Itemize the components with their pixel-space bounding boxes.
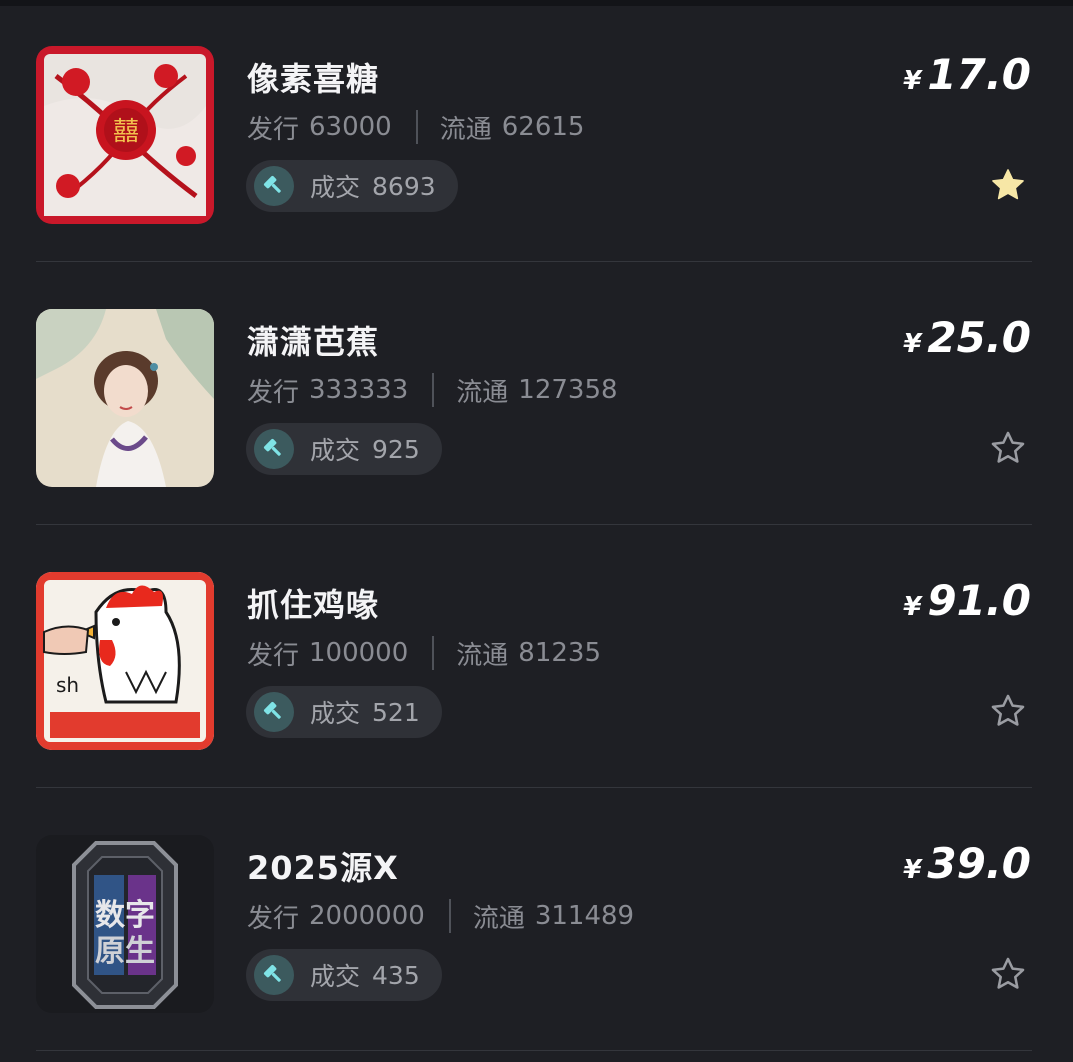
row-divider <box>36 787 1032 788</box>
gavel-icon <box>254 429 294 469</box>
row-divider <box>36 261 1032 262</box>
list-item[interactable]: 潇潇芭蕉 发行 333333 流通 127358 成交 925 ¥ 25.0 <box>0 263 1073 525</box>
deal-count: 435 <box>372 960 420 990</box>
stats-divider <box>432 636 435 670</box>
price-value: 17.0 <box>927 50 1031 99</box>
item-price: ¥ 17.0 <box>903 50 1031 99</box>
source-x-artwork: 数字 原生 <box>36 835 214 1013</box>
deal-badge: 成交 521 <box>246 686 442 738</box>
stats-divider <box>432 373 435 407</box>
svg-text:原生: 原生 <box>95 934 155 969</box>
item-thumbnail: 数字 原生 <box>36 835 214 1013</box>
list-item[interactable]: sh 抓住鸡喙 发行 100000 流通 81235 成交 521 ¥ 91.0 <box>0 526 1073 788</box>
item-name: 抓住鸡喙 <box>247 586 380 624</box>
issue-value: 100000 <box>309 638 409 668</box>
svg-text:数字: 数字 <box>95 898 155 933</box>
gavel-icon <box>254 166 294 206</box>
price-value: 39.0 <box>927 839 1031 888</box>
deal-badge: 成交 925 <box>246 423 442 475</box>
item-thumbnail: sh <box>36 572 214 750</box>
deal-label: 成交 <box>310 173 361 202</box>
item-thumbnail: 囍 <box>36 46 214 224</box>
gavel-icon <box>254 692 294 732</box>
stats-divider <box>415 110 418 144</box>
star-icon[interactable] <box>989 429 1027 467</box>
item-name: 像素喜糖 <box>247 60 380 98</box>
deal-label: 成交 <box>310 436 361 465</box>
rooster-artwork: sh <box>36 572 214 750</box>
star-icon[interactable] <box>989 955 1027 993</box>
item-stats: 发行 63000 流通 62615 <box>247 108 584 146</box>
item-stats: 发行 100000 流通 81235 <box>247 634 601 672</box>
item-thumbnail <box>36 309 214 487</box>
stats-divider <box>448 899 451 933</box>
currency-symbol: ¥ <box>903 329 922 359</box>
candy-artwork: 囍 <box>36 46 214 224</box>
deal-count: 521 <box>372 697 420 727</box>
list-item[interactable]: 囍 像素喜糖 发行 63000 流通 62615 成交 8693 ¥ 17.0 <box>0 0 1073 262</box>
item-stats: 发行 333333 流通 127358 <box>247 371 618 409</box>
item-price: ¥ 39.0 <box>903 839 1031 888</box>
gavel-icon <box>254 955 294 995</box>
currency-symbol: ¥ <box>903 855 922 885</box>
issue-value: 2000000 <box>309 901 425 931</box>
item-name: 2025源X <box>247 849 399 887</box>
circulation-value: 81235 <box>518 638 602 668</box>
deal-count: 8693 <box>372 171 436 201</box>
price-value: 91.0 <box>927 576 1031 625</box>
deal-badge: 成交 8693 <box>246 160 458 212</box>
lady-artwork <box>36 309 214 487</box>
deal-badge: 成交 435 <box>246 949 442 1001</box>
currency-symbol: ¥ <box>903 592 922 622</box>
issue-label: 发行 <box>247 377 300 408</box>
row-divider <box>36 524 1032 525</box>
issue-value: 63000 <box>309 112 392 142</box>
issue-label: 发行 <box>247 903 300 934</box>
item-price: ¥ 25.0 <box>903 313 1031 362</box>
item-stats: 发行 2000000 流通 311489 <box>247 897 634 935</box>
circulation-value: 62615 <box>501 112 585 142</box>
row-divider <box>36 1050 1032 1051</box>
deal-count: 925 <box>372 434 420 464</box>
svg-text:sh: sh <box>56 673 79 697</box>
price-value: 25.0 <box>927 313 1031 362</box>
issue-label: 发行 <box>247 114 300 145</box>
currency-symbol: ¥ <box>903 66 922 96</box>
circulation-value: 311489 <box>534 901 635 931</box>
circulation-label: 流通 <box>456 640 509 671</box>
circulation-label: 流通 <box>439 114 492 145</box>
list-item[interactable]: 数字 原生 2025源X 发行 2000000 流通 311489 成交 435… <box>0 789 1073 1051</box>
star-icon[interactable] <box>989 692 1027 730</box>
svg-text:囍: 囍 <box>113 117 139 147</box>
deal-label: 成交 <box>310 962 361 991</box>
issue-label: 发行 <box>247 640 300 671</box>
star-icon[interactable] <box>989 166 1027 204</box>
circulation-label: 流通 <box>456 377 509 408</box>
circulation-label: 流通 <box>472 903 525 934</box>
issue-value: 333333 <box>309 375 409 405</box>
circulation-value: 127358 <box>518 375 618 405</box>
item-price: ¥ 91.0 <box>903 576 1031 625</box>
collectible-list: 囍 像素喜糖 发行 63000 流通 62615 成交 8693 ¥ 17.0 … <box>0 0 1073 1062</box>
item-name: 潇潇芭蕉 <box>247 323 380 361</box>
deal-label: 成交 <box>310 699 361 728</box>
